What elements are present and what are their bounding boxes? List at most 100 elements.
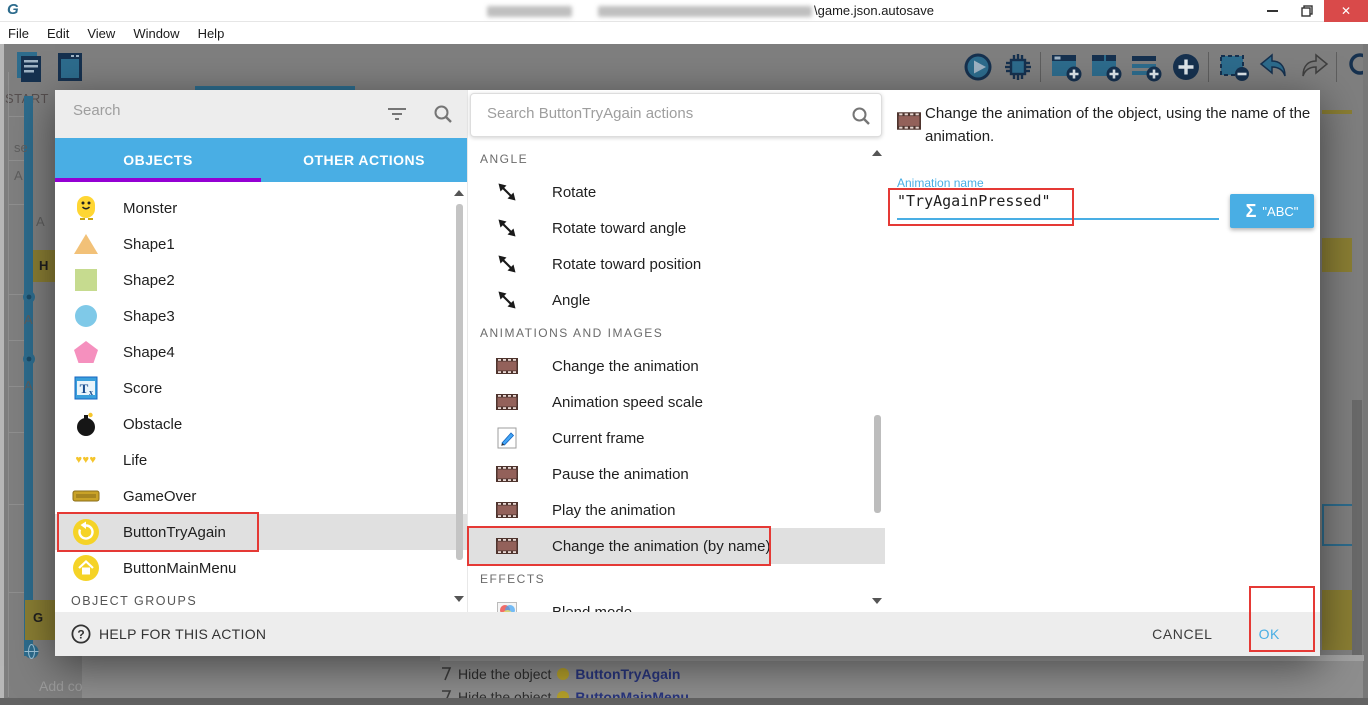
event-tree-line [8, 592, 24, 593]
filter-icon[interactable] [387, 106, 407, 127]
tab-objects[interactable]: OBJECTS [55, 138, 261, 182]
event-text-fragment: se [14, 140, 28, 155]
object-groups-header: OBJECT GROUPS [55, 594, 467, 608]
frame-icon [492, 427, 522, 449]
add-event-icon[interactable] [1048, 49, 1084, 85]
action-row-pause-the-animation[interactable]: Pause the animation [468, 456, 886, 492]
scroll-up-arrow[interactable] [872, 150, 882, 156]
object-row-buttonmainmenu[interactable]: ButtonMainMenu [55, 550, 467, 586]
object-search-bar [55, 90, 467, 138]
menu-item-help[interactable]: Help [198, 26, 225, 41]
menu-item-edit[interactable]: Edit [47, 26, 69, 41]
menu-item-window[interactable]: Window [133, 26, 179, 41]
rotate-icon [492, 253, 522, 275]
selected-event-row [1322, 110, 1352, 114]
action-row-rotate-toward-position[interactable]: Rotate toward position [468, 246, 886, 282]
scroll-down-arrow[interactable] [872, 598, 882, 604]
search-icon[interactable] [851, 106, 871, 131]
action-row-change-the-animation-by-name[interactable]: Change the animation (by name) [468, 528, 886, 564]
object-row-obstacle[interactable]: Obstacle [55, 406, 467, 442]
object-list-scrollbar[interactable] [456, 204, 463, 560]
action-row-rotate[interactable]: Rotate [468, 174, 886, 210]
svg-text:T: T [80, 381, 89, 396]
expression-editor-button[interactable]: Σ "ABC" [1230, 194, 1314, 228]
try-again-button [69, 518, 103, 546]
action-row-play-the-animation[interactable]: Play the animation [468, 492, 886, 528]
window-edge [0, 44, 4, 705]
object-row-shape1[interactable]: Shape1 [55, 226, 467, 262]
action-row-rotate-toward-angle[interactable]: Rotate toward angle [468, 210, 886, 246]
selected-event-row [1322, 590, 1354, 650]
object-row-life[interactable]: ♥♥♥Life [55, 442, 467, 478]
delete-event-icon[interactable] [1216, 49, 1252, 85]
action-search-input[interactable] [487, 105, 817, 122]
menu-item-view[interactable]: View [87, 26, 115, 41]
debug-icon[interactable] [1000, 49, 1036, 85]
toolbar-separator [1040, 52, 1041, 82]
add-comment-icon[interactable] [1128, 49, 1164, 85]
object-row-monster[interactable]: Monster [55, 190, 467, 226]
scroll-up-arrow[interactable] [454, 190, 464, 196]
object-row-shape2[interactable]: Shape2 [55, 262, 467, 298]
object-label: Shape1 [123, 236, 175, 253]
object-row-score[interactable]: TxScore [55, 370, 467, 406]
open-scene-icon[interactable] [52, 49, 88, 85]
ok-button[interactable]: OK [1259, 626, 1280, 642]
menu-item-file[interactable]: File [8, 26, 29, 41]
close-button[interactable]: ✕ [1324, 0, 1368, 22]
minimize-button[interactable] [1254, 0, 1290, 22]
action-label: Change the animation [552, 358, 699, 375]
undo-icon[interactable] [1256, 49, 1292, 85]
window-edge [0, 698, 1368, 705]
action-description: Change the animation of the object, usin… [925, 102, 1315, 149]
object-label: Shape4 [123, 344, 175, 361]
add-new-icon[interactable] [1168, 49, 1204, 85]
animation-icon [492, 502, 522, 518]
action-row-current-frame[interactable]: Current frame [468, 420, 886, 456]
action-label: Rotate toward position [552, 256, 701, 273]
event-text-fragment: H [39, 258, 48, 273]
action-row-animation-speed-scale[interactable]: Animation speed scale [468, 384, 886, 420]
action-row-change-the-animation[interactable]: Change the animation [468, 348, 886, 384]
objects-panel: OBJECTS OTHER ACTIONS Monster Shape1 Shape… [55, 90, 467, 656]
object-search-input[interactable] [73, 102, 373, 119]
object-label: ButtonMainMenu [123, 560, 236, 577]
help-label: HELP FOR THIS ACTION [99, 626, 266, 642]
action-row-blend-mode[interactable]: Blend mode [468, 594, 886, 612]
object-list: Monster Shape1 Shape2 Shape3 Shape4 TxScore Ob… [55, 182, 467, 612]
section-header-effects: EFFECTS [468, 564, 886, 594]
behavior-gear-icon [22, 290, 36, 304]
object-label: Score [123, 380, 162, 397]
add-subevent-icon[interactable] [1088, 49, 1124, 85]
cancel-button[interactable]: CANCEL [1152, 626, 1212, 642]
action-list-scrollbar[interactable] [874, 415, 881, 513]
maximize-button[interactable] [1290, 0, 1324, 22]
dimmed-workspace: START se A A H A A G Add condition [0, 44, 1368, 705]
animation-name-label: Animation name [897, 176, 984, 190]
choose-action-dialog: OBJECTS OTHER ACTIONS Monster Shape1 Shape… [55, 90, 1320, 656]
event-text-fragment: A [24, 378, 33, 393]
search-icon[interactable] [433, 104, 453, 129]
object-row-gameover[interactable]: GameOver [55, 478, 467, 514]
redo-icon[interactable] [1296, 49, 1332, 85]
animation-icon [492, 394, 522, 410]
banner-sprite [69, 489, 103, 503]
play-icon[interactable] [960, 49, 996, 85]
action-label: Rotate [552, 184, 596, 201]
object-label: Shape3 [123, 308, 175, 325]
scroll-down-arrow[interactable] [454, 596, 464, 602]
action-label: Animation speed scale [552, 394, 703, 411]
object-label: Obstacle [123, 416, 182, 433]
tab-other-actions[interactable]: OTHER ACTIONS [261, 138, 467, 182]
help-link[interactable]: ? HELP FOR THIS ACTION [55, 624, 266, 644]
animation-name-input[interactable] [897, 192, 1219, 220]
animation-icon [492, 538, 522, 554]
project-manager-icon[interactable] [12, 49, 48, 85]
action-label: Play the animation [552, 502, 675, 519]
object-row-shape4[interactable]: Shape4 [55, 334, 467, 370]
rotate-icon [492, 217, 522, 239]
object-row-buttontryagain[interactable]: ButtonTryAgain [55, 514, 467, 550]
expression-button-label: "ABC" [1262, 204, 1298, 219]
object-row-shape3[interactable]: Shape3 [55, 298, 467, 334]
action-row-angle[interactable]: Angle [468, 282, 886, 318]
